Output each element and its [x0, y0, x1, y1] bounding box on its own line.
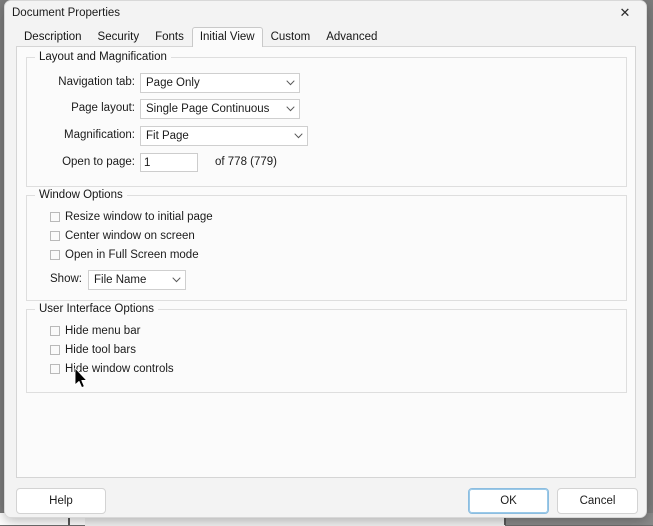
tab-security[interactable]: Security — [90, 27, 148, 47]
group-layout-legend: Layout and Magnification — [35, 51, 171, 63]
show-select[interactable]: File Name — [88, 270, 186, 290]
open-to-page-label: Open to page: — [62, 156, 135, 168]
dialog-footer: Help OK Cancel — [5, 485, 646, 517]
checkbox-box-icon — [50, 212, 60, 222]
checkbox-hide-menu-bar[interactable]: Hide menu bar — [50, 325, 140, 337]
checkbox-box-icon — [50, 231, 60, 241]
page-layout-value: Single Page Continuous — [146, 103, 270, 115]
group-user-interface-options-legend: User Interface Options — [35, 303, 159, 315]
checkbox-resize-window-to-initial-page[interactable]: Resize window to initial page — [50, 211, 213, 223]
checkbox-open-in-full-screen-mode[interactable]: Open in Full Screen mode — [50, 249, 199, 261]
checkbox-center-window-on-screen[interactable]: Center window on screen — [50, 230, 195, 242]
close-icon: ✕ — [619, 6, 631, 21]
chevron-down-icon — [289, 133, 307, 139]
group-window-options-legend: Window Options — [35, 189, 127, 201]
checkbox-label: Resize window to initial page — [65, 211, 213, 223]
group-user-interface-options: User Interface Options Hide menu bar Hid… — [26, 303, 627, 393]
tab-advanced[interactable]: Advanced — [318, 27, 385, 47]
checkbox-label: Hide window controls — [65, 363, 174, 375]
tab-description[interactable]: Description — [16, 27, 90, 47]
checkbox-label: Center window on screen — [65, 230, 195, 242]
initial-view-tab-panel: Layout and Magnification Navigation tab:… — [16, 46, 636, 478]
tab-fonts[interactable]: Fonts — [147, 27, 192, 47]
chevron-down-icon — [167, 277, 185, 283]
show-label: Show: — [50, 273, 82, 285]
dialog-title-bar: Document Properties ✕ — [5, 1, 646, 27]
close-button[interactable]: ✕ — [604, 1, 646, 26]
checkbox-box-icon — [50, 364, 60, 374]
checkbox-label: Hide menu bar — [65, 325, 141, 337]
checkbox-label: Hide tool bars — [65, 344, 136, 356]
checkbox-box-icon — [50, 250, 60, 260]
cancel-button[interactable]: Cancel — [557, 488, 638, 514]
ok-button[interactable]: OK — [468, 488, 549, 514]
chevron-down-icon — [281, 106, 299, 112]
tab-custom[interactable]: Custom — [263, 27, 319, 47]
magnification-select[interactable]: Fit Page — [140, 126, 308, 146]
chevron-down-icon — [281, 80, 299, 86]
open-to-page-input[interactable] — [140, 153, 198, 172]
group-window-options: Window Options Resize window to initial … — [26, 189, 627, 301]
navigation-tab-select[interactable]: Page Only — [140, 73, 300, 93]
magnification-label: Magnification: — [64, 129, 135, 141]
checkbox-box-icon — [50, 345, 60, 355]
show-value: File Name — [94, 274, 147, 286]
document-properties-dialog: Document Properties ✕ Description Securi… — [4, 0, 647, 518]
tab-initial-view[interactable]: Initial View — [191, 27, 263, 47]
page-title: Document Properties — [12, 7, 121, 19]
open-to-page-total: of 778 (779) — [215, 156, 278, 168]
checkbox-hide-window-controls[interactable]: Hide window controls — [50, 363, 174, 375]
checkbox-label: Open in Full Screen mode — [65, 249, 199, 261]
checkbox-hide-tool-bars[interactable]: Hide tool bars — [50, 344, 136, 356]
page-layout-select[interactable]: Single Page Continuous — [140, 99, 300, 119]
navigation-tab-label: Navigation tab: — [58, 76, 135, 88]
page-layout-label: Page layout: — [71, 102, 135, 114]
tab-bar: Description Security Fonts Initial View … — [16, 27, 646, 47]
navigation-tab-value: Page Only — [146, 77, 200, 89]
checkbox-box-icon — [50, 326, 60, 336]
help-button[interactable]: Help — [16, 488, 106, 514]
magnification-value: Fit Page — [146, 130, 189, 142]
group-layout-and-magnification: Layout and Magnification Navigation tab:… — [26, 51, 627, 187]
